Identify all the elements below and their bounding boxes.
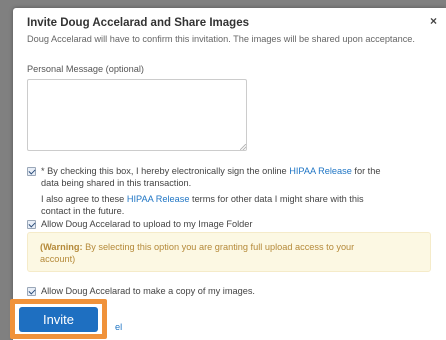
dialog-description: Doug Accelarad will have to confirm this… — [27, 34, 415, 44]
upload-permission-checkbox[interactable] — [27, 220, 36, 229]
hipaa-agree-before: I also agree to these — [41, 194, 127, 204]
hipaa-release-terms-link[interactable]: HIPAA Release — [127, 194, 190, 204]
upload-warning-box: (Warning: By selecting this option you a… — [27, 232, 431, 272]
upload-warning-text: (Warning: By selecting this option you a… — [40, 241, 420, 265]
hipaa-consent-text-after: for the — [351, 166, 381, 176]
dialog-title: Invite Doug Accelarad and Share Images — [27, 17, 249, 29]
hipaa-consent-text: * By checking this box, I hereby electro… — [41, 165, 441, 189]
warning-label: Warning: — [43, 242, 83, 252]
invite-dialog: Invite Doug Accelarad and Share Images ×… — [13, 8, 446, 340]
resize-grip-icon[interactable] — [240, 144, 246, 150]
cancel-link[interactable]: el — [115, 322, 122, 332]
close-icon[interactable]: × — [430, 14, 437, 28]
hipaa-release-link[interactable]: HIPAA Release — [289, 166, 352, 176]
upload-permission-label: Allow Doug Accelarad to upload to my Ima… — [41, 219, 253, 229]
hipaa-agree-text: I also agree to these HIPAA Release term… — [41, 193, 441, 217]
hipaa-agree-after: terms for other data I might share with … — [189, 194, 364, 204]
personal-message-label: Personal Message (optional) — [27, 64, 144, 74]
hipaa-consent-line2: data being shared in this transaction. — [41, 178, 192, 188]
personal-message-input[interactable] — [27, 79, 247, 151]
invite-button[interactable]: Invite — [19, 307, 98, 332]
hipaa-consent-text-before: * By checking this box, I hereby electro… — [41, 166, 290, 176]
warning-message: By selecting this option you are grantin… — [82, 242, 355, 252]
hipaa-agree-line2: contact in the future. — [41, 206, 125, 216]
copy-permission-label: Allow Doug Accelarad to make a copy of m… — [41, 286, 255, 296]
warning-message-line2: account) — [40, 254, 76, 264]
hipaa-consent-checkbox[interactable] — [27, 167, 36, 176]
copy-permission-checkbox[interactable] — [27, 287, 36, 296]
